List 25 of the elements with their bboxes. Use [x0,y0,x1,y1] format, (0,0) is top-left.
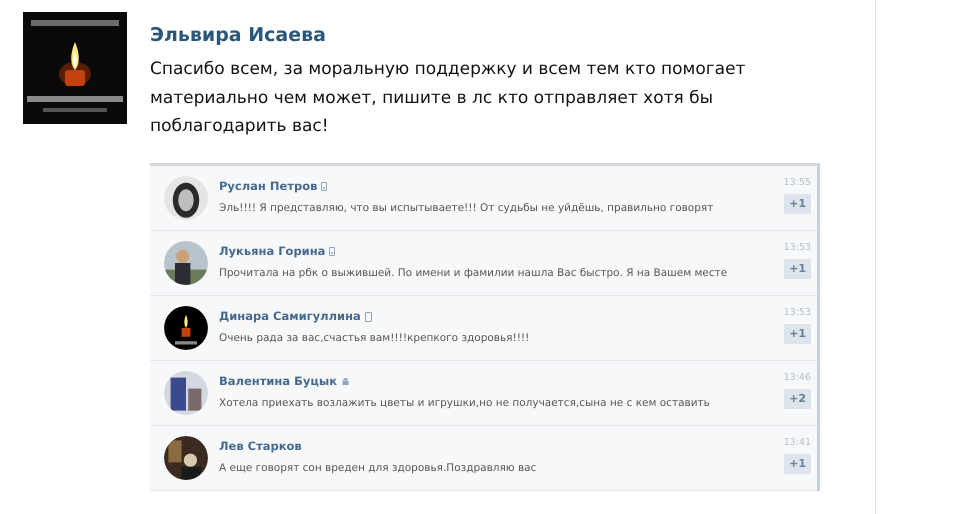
commenter-name[interactable]: Динара Самигуллина [219,308,361,326]
comment-time: 13:46 [784,370,811,384]
like-counter[interactable]: +1 [784,194,811,214]
like-counter[interactable]: +1 [784,454,811,474]
comment-time: 13:41 [784,436,811,450]
like-counter[interactable]: +2 [784,388,811,410]
comment-time: 13:55 [784,176,811,190]
mobile-app-icon [329,247,336,256]
mobile-app-icon [321,182,328,192]
comment-text: Эль!!!! Я представляю, что вы испытываете!!! От судьбы не уйдёшь, правильно говорят [219,201,714,216]
commenter-name[interactable]: Руслан Петров [219,178,318,196]
commenter-name[interactable]: Лев Старков [219,438,302,456]
comment-text: Хотела приехать возлажить цветы и игрушки,но не получается,сына не с кем оставить [219,396,711,412]
like-counter[interactable]: +1 [784,258,811,280]
comment-text: Очень рада за вас,счастья вам!!!!крепкого здоровья!!!! [219,331,530,346]
commenter-name[interactable]: Валентина Буцык [219,373,338,390]
author-name[interactable]: Эльвира Исаева [150,23,820,47]
comment-time: 13:53 [784,306,811,320]
comment-text: А еще говорят сон вреден для здоровья.Поздравляю вас [219,461,538,476]
like-counter[interactable]: +1 [784,324,811,344]
comment-text: Прочитала на рбк о выжившей. По имени и фамилии нашла Вас быстро. Я на Вашем месте [219,266,728,282]
phone-icon [364,312,372,322]
comment-time: 13:53 [784,240,811,254]
post-text: Спасибо всем, за моральную поддержку и всем тем кто помогает материально чем может, пишите в лс кто отправляет хотя бы поблагодарить вас! [150,58,746,138]
commenter-name[interactable]: Лукьяна Горина [219,243,326,260]
